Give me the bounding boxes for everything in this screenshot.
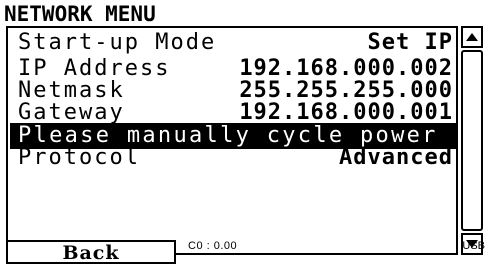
network-menu-panel: Start-up Mode Set IP IP Address 192.168.… (6, 26, 458, 255)
page-title: NETWORK MENU (4, 2, 156, 26)
back-button[interactable]: Back (6, 240, 176, 264)
menu-row-value: Advanced (339, 145, 453, 170)
usb-indicator: USB (462, 240, 485, 252)
menu-row-protocol[interactable]: Protocol Advanced (10, 145, 457, 171)
menu-row-value: Set IP (367, 30, 453, 55)
menu-row-startup-mode[interactable]: Start-up Mode Set IP (10, 30, 457, 56)
scroll-track[interactable] (461, 50, 483, 231)
menu-row-label: Protocol (18, 145, 140, 170)
arrow-up-icon (466, 33, 478, 41)
status-text: C0 : 0.00 (188, 240, 238, 252)
menu-row-label: Start-up Mode (18, 30, 217, 55)
scrollbar[interactable] (461, 26, 485, 255)
scroll-up-button[interactable] (461, 26, 483, 48)
